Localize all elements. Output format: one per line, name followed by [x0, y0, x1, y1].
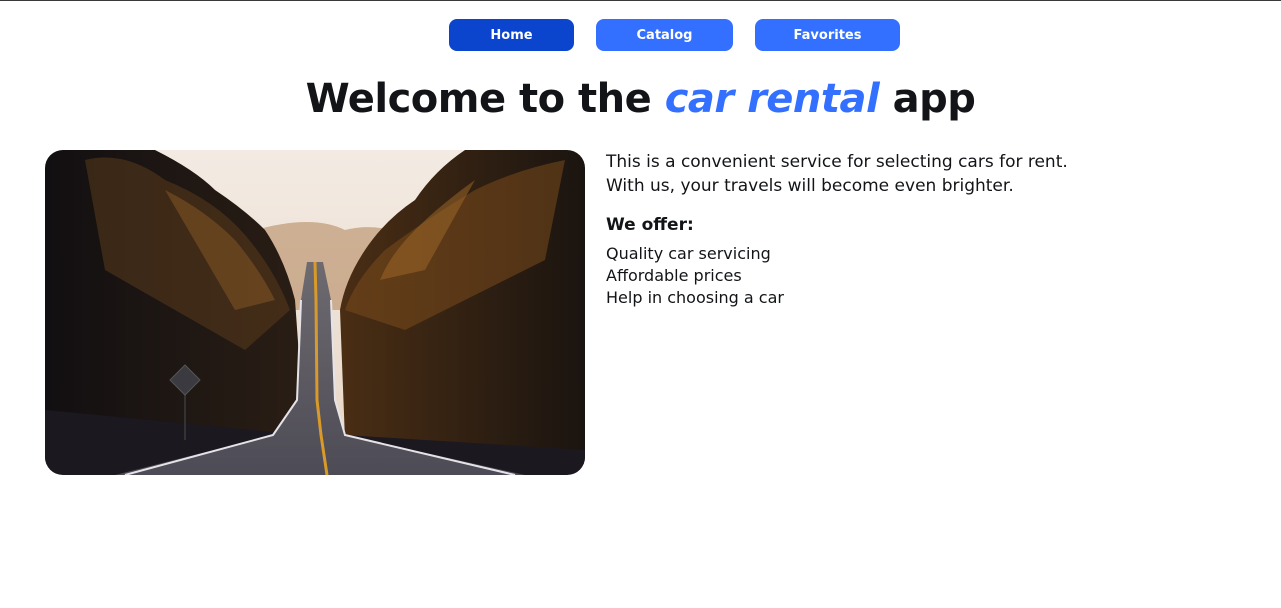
- title-before: Welcome to the: [305, 76, 652, 122]
- nav-catalog-button[interactable]: Catalog: [596, 19, 733, 51]
- offer-list: Quality car servicing Affordable prices …: [606, 243, 1246, 309]
- page-title: Welcome to the car rental app: [0, 74, 1281, 124]
- top-border: [0, 0, 1281, 1]
- intro-section: This is a convenient service for selecti…: [606, 150, 1246, 309]
- title-after: app: [892, 76, 976, 122]
- main-nav: Home Catalog Favorites: [0, 19, 1281, 51]
- title-accent: car rental: [664, 76, 880, 122]
- intro-text: This is a convenient service for selecti…: [606, 150, 1246, 198]
- nav-favorites-button[interactable]: Favorites: [755, 19, 900, 51]
- intro-line-1: This is a convenient service for selecti…: [606, 152, 1068, 172]
- hero-image: [45, 150, 585, 475]
- nav-home-button[interactable]: Home: [449, 19, 574, 51]
- offer-item: Help in choosing a car: [606, 288, 784, 307]
- offer-item: Quality car servicing: [606, 244, 771, 263]
- intro-line-2: With us, your travels will become even b…: [606, 176, 1014, 196]
- offer-title: We offer:: [606, 215, 694, 235]
- offer-item: Affordable prices: [606, 266, 742, 285]
